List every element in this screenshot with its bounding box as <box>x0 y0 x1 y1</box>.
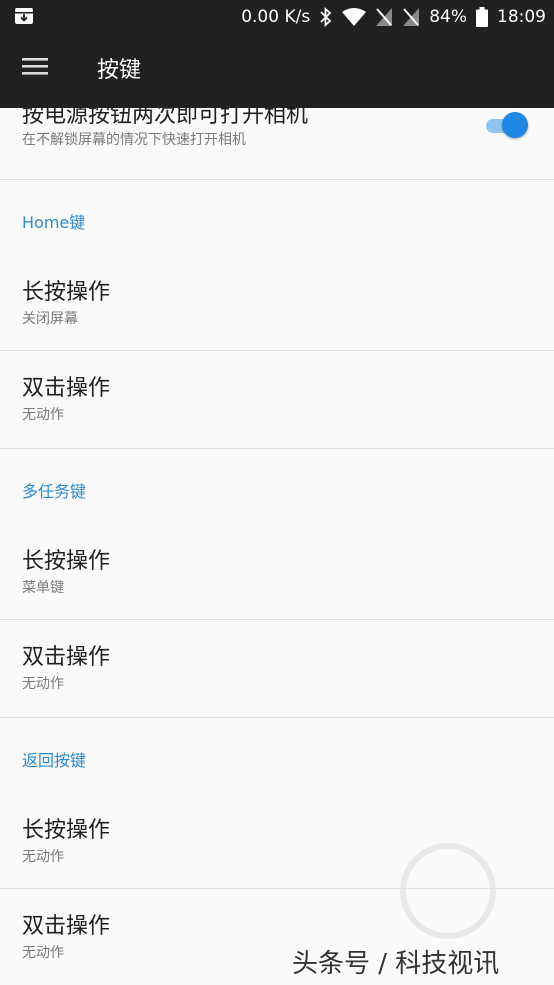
bluetooth-icon <box>319 7 333 27</box>
setting-value: 无动作 <box>22 676 64 692</box>
setting-title: 长按操作 <box>22 280 111 305</box>
divider <box>0 179 554 180</box>
recents-double-tap-setting[interactable]: 双击操作 无动作 <box>0 620 554 716</box>
setting-title: 按电源按钮两次即可打开相机 <box>22 103 309 128</box>
home-long-press-setting[interactable]: 长按操作 关闭屏幕 <box>0 263 554 350</box>
page-title: 按键 <box>97 58 142 83</box>
setting-title: 双击操作 <box>22 376 111 401</box>
watermark-text: 头条号 / 科技视讯 <box>292 949 500 979</box>
no-sim-icon <box>375 7 393 27</box>
camera-toggle-switch[interactable] <box>484 110 530 140</box>
setting-title: 长按操作 <box>22 818 111 843</box>
setting-value: 无动作 <box>22 945 64 961</box>
double-press-power-camera-setting[interactable]: 按电源按钮两次即可打开相机 在不解锁屏幕的情况下快速打开相机 <box>0 102 554 178</box>
clock: 18:09 <box>497 7 546 27</box>
section-header-recents: 多任务键 <box>22 482 87 501</box>
home-double-tap-setting[interactable]: 双击操作 无动作 <box>0 351 554 447</box>
section-header-back: 返回按键 <box>22 751 87 770</box>
setting-title: 双击操作 <box>22 645 111 670</box>
wifi-icon <box>342 8 367 26</box>
recents-long-press-setting[interactable]: 长按操作 菜单键 <box>0 532 554 619</box>
download-notification-icon <box>14 6 34 31</box>
divider <box>0 717 554 718</box>
app-bar: 按键 <box>0 34 554 108</box>
setting-title: 长按操作 <box>22 549 111 574</box>
no-sim-icon-2 <box>402 7 420 27</box>
setting-value: 无动作 <box>22 849 64 865</box>
setting-value: 菜单键 <box>22 580 64 596</box>
battery-percent: 84% <box>429 7 467 27</box>
network-speed: 0.00 K/s <box>241 7 311 27</box>
battery-icon <box>476 7 488 27</box>
menu-icon[interactable] <box>22 56 56 86</box>
status-bar: 0.00 K/s 84% 18:09 <box>0 0 554 34</box>
setting-title: 双击操作 <box>22 914 111 939</box>
watermark-logo <box>400 843 496 939</box>
setting-value: 无动作 <box>22 407 64 423</box>
setting-subtitle: 在不解锁屏幕的情况下快速打开相机 <box>22 132 246 148</box>
divider <box>0 448 554 449</box>
switch-thumb <box>502 112 528 138</box>
setting-value: 关闭屏幕 <box>22 311 78 327</box>
section-header-home: Home键 <box>22 213 86 232</box>
